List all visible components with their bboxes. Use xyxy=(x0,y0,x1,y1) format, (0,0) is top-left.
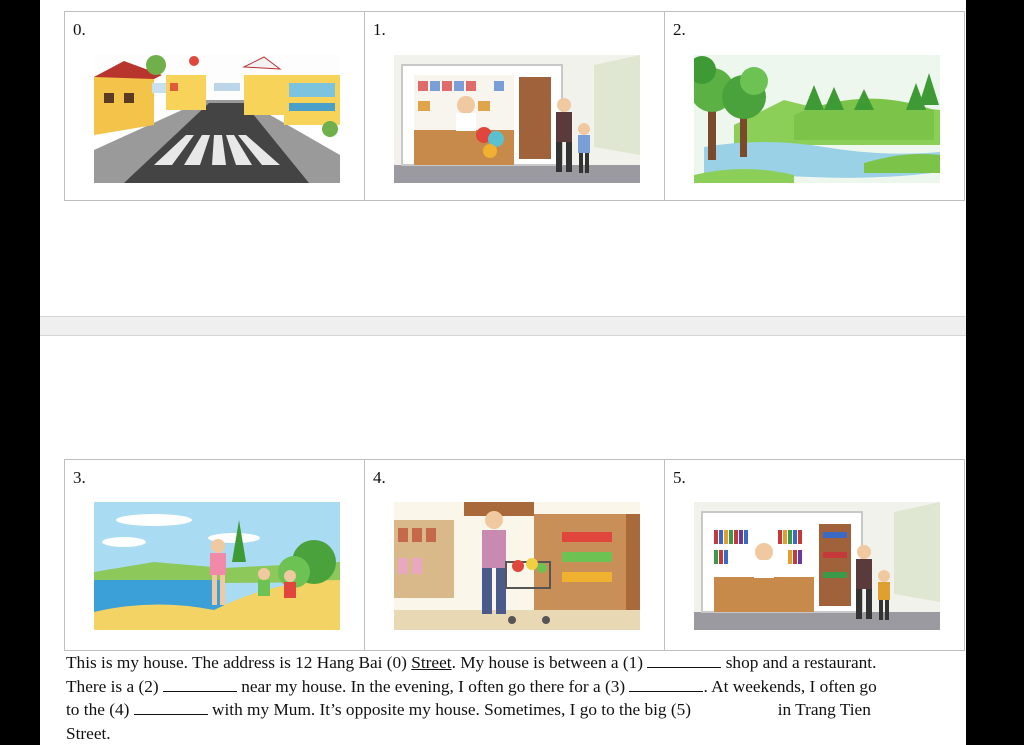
supermarket-scene-icon xyxy=(394,502,640,630)
picture-number: 0. xyxy=(73,20,86,39)
picture-cell-1: 1. xyxy=(364,11,665,201)
blank-2[interactable] xyxy=(162,676,237,692)
cloze-passage: This is my house. The address is 12 Hang… xyxy=(66,651,886,745)
passage-text: with my Mum. It’s opposite my house. Som… xyxy=(207,700,696,720)
example-answer-0: Street xyxy=(411,653,452,672)
picture-cell-2: 2. xyxy=(664,11,965,201)
picture-grid-bottom: 3. 4. 5. xyxy=(64,459,965,651)
picture-number: 5. xyxy=(673,468,686,487)
picture-cell-0: 0. xyxy=(64,11,365,201)
passage-text: This is my house. The address is 12 Hang… xyxy=(66,653,412,672)
bookshop-scene-icon xyxy=(694,502,940,630)
blank-1[interactable] xyxy=(647,652,722,668)
street-scene-icon xyxy=(94,55,340,183)
picture-cell-4: 4. xyxy=(364,459,665,651)
river-park-scene-icon xyxy=(694,55,940,183)
picture-number: 2. xyxy=(673,20,686,39)
picture-cell-5: 5. xyxy=(664,459,965,651)
blank-3[interactable] xyxy=(629,676,704,692)
passage-text: near my house. In the evening, I often g… xyxy=(236,676,630,696)
picture-grid-top: 0. 1. 2. xyxy=(64,11,965,201)
gift-shop-scene-icon xyxy=(394,55,640,183)
picture-cell-3: 3. xyxy=(64,459,365,651)
picture-number: 1. xyxy=(373,20,386,39)
picture-number: 3. xyxy=(73,468,86,487)
section-separator xyxy=(40,316,966,336)
picture-number: 4. xyxy=(373,468,386,487)
blank-4[interactable] xyxy=(133,699,208,716)
passage-text: . My house is between a (1) xyxy=(451,653,648,672)
lake-walk-scene-icon xyxy=(94,502,340,630)
